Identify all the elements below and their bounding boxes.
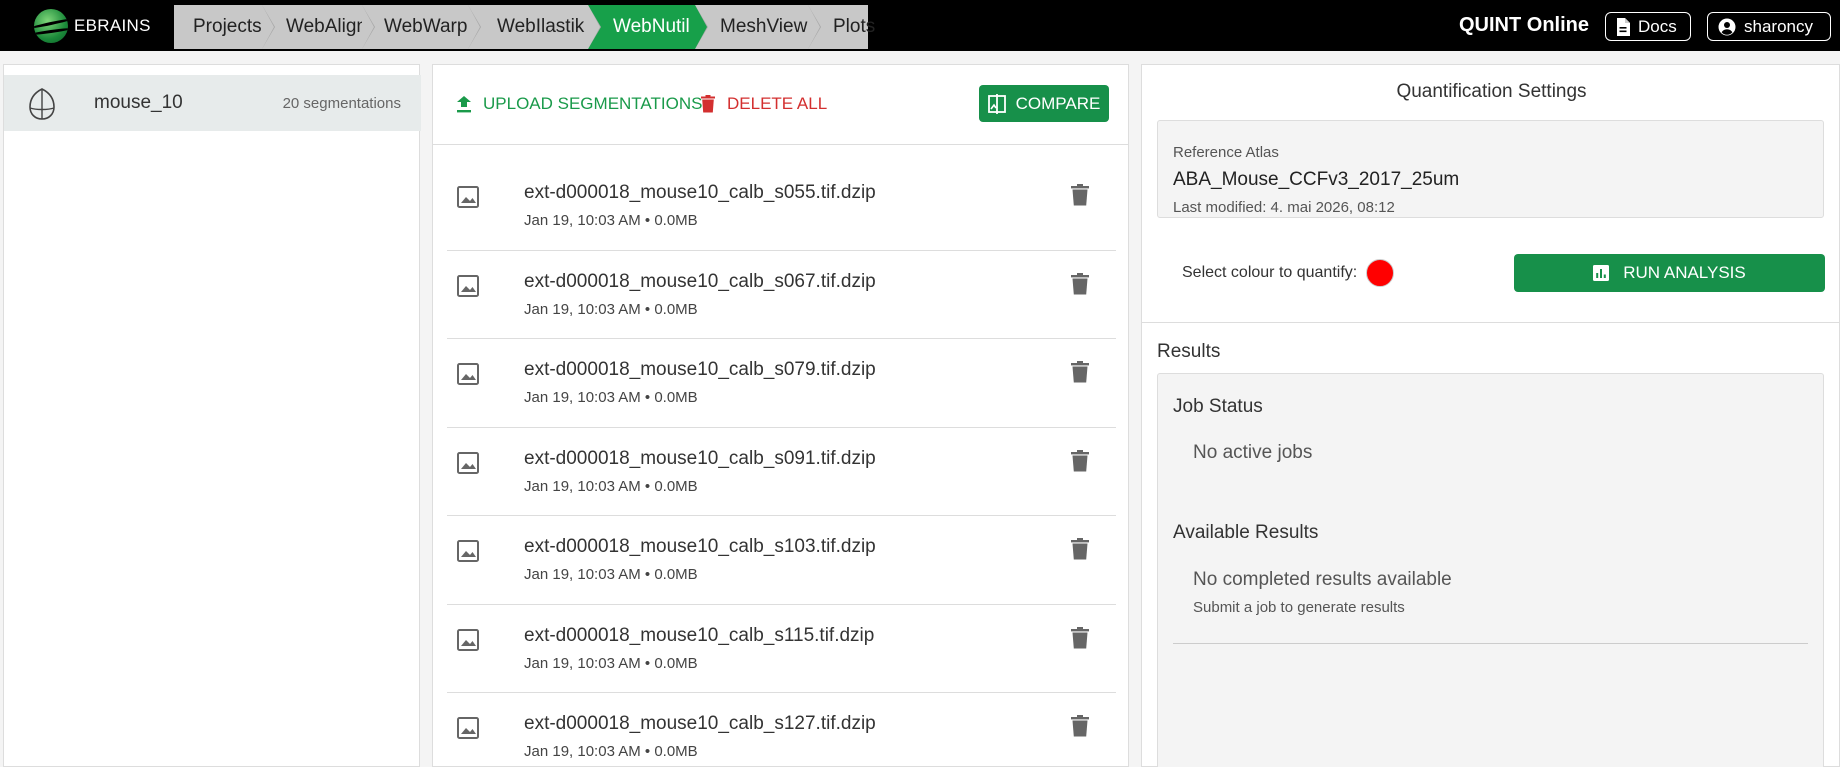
image-icon: [457, 540, 479, 567]
upload-label: UPLOAD SEGMENTATIONS: [483, 94, 703, 113]
image-icon: [457, 451, 479, 479]
segmentation-panel: UPLOAD SEGMENTATIONS DELETE ALL COMPARE …: [432, 64, 1129, 767]
trash-icon: [1071, 272, 1089, 299]
trash-icon: [1071, 361, 1089, 387]
crumb-webnutil[interactable]: WebNutil: [588, 5, 708, 49]
app-title: QUINT Online: [1459, 14, 1589, 36]
divider: [1173, 643, 1808, 644]
delete-file-button[interactable]: [1071, 272, 1089, 300]
brain-name: mouse_10: [94, 92, 183, 113]
account-circle-icon: [1718, 18, 1736, 35]
quantification-panel: Quantification Settings Reference Atlas …: [1141, 64, 1840, 767]
compare-icon: [987, 93, 1006, 114]
trash-icon: [701, 95, 715, 113]
top-bar: EBRAINS Projects WebAlign WebWarp WebIla…: [0, 0, 1840, 51]
ebrains-logo[interactable]: EBRAINS: [34, 8, 151, 44]
results-card: Job Status No active jobs Available Resu…: [1157, 373, 1824, 767]
mouse-brain-icon: [29, 88, 55, 120]
analytics-icon: [1593, 265, 1610, 281]
upload-icon: [457, 95, 471, 112]
image-icon: [457, 186, 479, 213]
segmentation-file-row[interactable]: ext-d000018_mouse10_calb_s079.tif.dzip Ja…: [447, 339, 1116, 428]
crumb-meshview[interactable]: MeshView: [695, 5, 821, 49]
file-name: ext-d000018_mouse10_calb_s079.tif.dzip: [524, 359, 876, 380]
delete-file-button[interactable]: [1071, 715, 1089, 742]
available-results-title: Available Results: [1173, 522, 1319, 543]
segmentation-file-row[interactable]: ext-d000018_mouse10_calb_s067.tif.dzip Ja…: [447, 251, 1116, 339]
compare-button[interactable]: COMPARE: [979, 85, 1109, 122]
compare-label: COMPARE: [1015, 93, 1101, 113]
trash-icon: [1071, 538, 1089, 564]
crumb-webilastik[interactable]: WebIlastik: [468, 5, 601, 49]
job-status-text: No active jobs: [1193, 442, 1313, 463]
quantification-settings-title: Quantification Settings: [1396, 81, 1587, 102]
docs-button[interactable]: Docs: [1605, 12, 1691, 41]
image-icon: [457, 363, 479, 390]
file-name: ext-d000018_mouse10_calb_s067.tif.dzip: [524, 270, 876, 292]
file-name: ext-d000018_mouse10_calb_s115.tif.dzip: [524, 624, 875, 646]
file-meta: Jan 19, 10:03 AM • 0.0MB: [524, 389, 698, 406]
colour-picker-swatch[interactable]: [1366, 259, 1394, 287]
job-status-title: Job Status: [1173, 396, 1263, 417]
file-name: ext-d000018_mouse10_calb_s103.tif.dzip: [524, 536, 876, 557]
segmentation-toolbar: UPLOAD SEGMENTATIONS DELETE ALL COMPARE: [433, 65, 1128, 145]
trash-icon: [1071, 184, 1089, 210]
delete-file-button[interactable]: [1071, 361, 1089, 388]
trash-icon: [1071, 449, 1089, 476]
brain-list-item[interactable]: mouse_10 20 segmentations: [4, 75, 421, 131]
image-icon: [457, 274, 479, 302]
file-meta: Jan 19, 10:03 AM • 0.0MB: [524, 477, 698, 495]
image-icon: [457, 717, 479, 744]
delete-file-button[interactable]: [1071, 449, 1089, 477]
ebrains-logo-icon: [34, 9, 68, 43]
document-icon: [1617, 17, 1630, 36]
image-icon: [457, 628, 479, 656]
breadcrumb: Projects WebAlign WebWarp WebIlastik Web…: [174, 5, 875, 49]
segmentation-file-row[interactable]: ext-d000018_mouse10_calb_s103.tif.dzip Ja…: [447, 516, 1116, 605]
segmentation-file-row[interactable]: ext-d000018_mouse10_calb_s115.tif.dzip Ja…: [447, 605, 1116, 693]
logo-text: EBRAINS: [74, 16, 151, 35]
reference-atlas-label: Reference Atlas: [1173, 144, 1279, 161]
file-name: ext-d000018_mouse10_calb_s091.tif.dzip: [524, 447, 876, 469]
segmentation-file-list: ext-d000018_mouse10_calb_s055.tif.dzip Ja…: [447, 162, 1116, 766]
brain-list-panel: mouse_10 20 segmentations: [3, 64, 421, 767]
available-results-hint: Submit a job to generate results: [1193, 599, 1405, 616]
colour-picker-label: Select colour to quantify:: [1182, 264, 1358, 281]
file-meta: Jan 19, 10:03 AM • 0.0MB: [524, 654, 698, 672]
segmentation-file-row[interactable]: ext-d000018_mouse10_calb_s127.tif.dzip Ja…: [447, 693, 1116, 766]
delete-file-button[interactable]: [1071, 626, 1089, 654]
last-modified: Last modified: 4. mai 2026, 08:12: [1173, 199, 1395, 216]
available-results-text: No completed results available: [1193, 569, 1452, 590]
results-title: Results: [1157, 341, 1221, 362]
trash-icon: [1071, 626, 1089, 653]
user-menu-button[interactable]: sharoncy: [1707, 12, 1831, 41]
segmentation-file-row[interactable]: ext-d000018_mouse10_calb_s091.tif.dzip Ja…: [447, 428, 1116, 516]
divider: [1142, 322, 1839, 323]
file-meta: Jan 19, 10:03 AM • 0.0MB: [524, 566, 698, 583]
segmentation-count: 20 segmentations: [282, 94, 401, 112]
run-analysis-button[interactable]: RUN ANALYSIS: [1514, 254, 1825, 292]
file-meta: Jan 19, 10:03 AM • 0.0MB: [524, 212, 698, 229]
file-name: ext-d000018_mouse10_calb_s127.tif.dzip: [524, 713, 876, 734]
file-meta: Jan 19, 10:03 AM • 0.0MB: [524, 743, 698, 760]
trash-icon: [1071, 715, 1089, 741]
reference-atlas-value: ABA_Mouse_CCFv3_2017_25um: [1173, 169, 1460, 190]
user-name: sharoncy: [1744, 16, 1813, 36]
delete-all-label: DELETE ALL: [727, 94, 828, 113]
crumb-projects[interactable]: Projects: [174, 5, 275, 49]
crumb-webwarp[interactable]: WebWarp: [362, 5, 481, 49]
file-meta: Jan 19, 10:03 AM • 0.0MB: [524, 300, 698, 318]
run-analysis-label: RUN ANALYSIS: [1623, 263, 1746, 282]
upload-segmentations-button[interactable]: UPLOAD SEGMENTATIONS: [457, 94, 702, 114]
reference-atlas-card: Reference Atlas ABA_Mouse_CCFv3_2017_25u…: [1157, 120, 1824, 218]
delete-file-button[interactable]: [1071, 538, 1089, 565]
file-name: ext-d000018_mouse10_calb_s055.tif.dzip: [524, 182, 876, 203]
delete-file-button[interactable]: [1071, 184, 1089, 211]
segmentation-file-row[interactable]: ext-d000018_mouse10_calb_s055.tif.dzip Ja…: [447, 162, 1116, 251]
crumb-webalign[interactable]: WebAlign: [262, 5, 375, 49]
docs-label: Docs: [1638, 16, 1677, 36]
delete-all-button[interactable]: DELETE ALL: [701, 94, 827, 114]
